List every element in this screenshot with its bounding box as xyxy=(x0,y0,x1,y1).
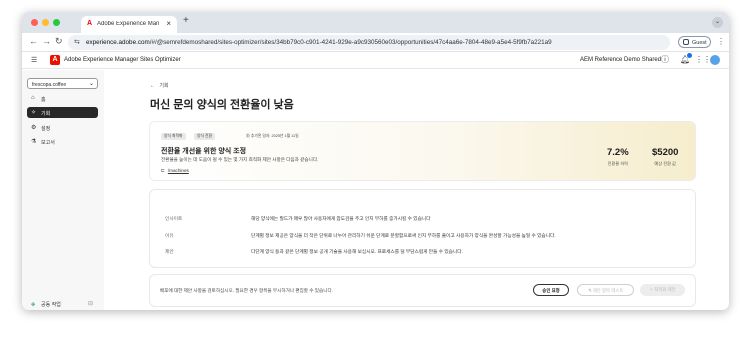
sidebar-item-label: 기회 xyxy=(41,111,51,117)
browser-menu-icon[interactable]: ⋮ xyxy=(717,37,725,46)
test-suggestion-button[interactable]: ⚗ 제안 항목 테스트 xyxy=(577,284,634,296)
test-suggestion-label: 제안 항목 테스트 xyxy=(592,288,624,293)
screen: A Adobe Experience Manager S × + ⌄ ← → ↻… xyxy=(0,0,750,339)
metric-label: 예상 전환 값 xyxy=(654,161,676,166)
back-label: 기회 xyxy=(159,83,169,89)
site-select[interactable]: frescopa.coffee ⌄ xyxy=(27,78,98,89)
opportunity-summary-card: 양식 최적화 양식 전환 ▦ 추가된 일자: 2025년 1월 11일 전환율 … xyxy=(150,122,695,180)
sidebar-item-settings[interactable]: ⚙ 설정 xyxy=(27,122,98,133)
chevron-down-icon: ⌄ xyxy=(714,19,721,25)
hamburger-menu-icon[interactable]: ☰ xyxy=(31,56,37,64)
back-arrow-icon[interactable]: ← xyxy=(29,36,38,46)
action-card: 배포에 대한 제안 사항을 검토하십시오. 필요한 경우 항목을 무시하거나 편… xyxy=(150,275,695,306)
address-bar[interactable]: ⇆ experience.adobe.com/#/@semrefdemoshar… xyxy=(68,35,670,50)
collaboration-icon: ✤ xyxy=(31,302,36,308)
settings-icon: ⚙ xyxy=(31,125,37,131)
detail-value: 다단계 양식 등과 같은 단계별 정보 공개 기술을 사용해 보십시오. 프로세… xyxy=(251,249,463,254)
sidebar-item-label: 홈 xyxy=(41,97,46,103)
optimize-suggestion-label: 최적화 제안 xyxy=(654,287,676,292)
window-maximize-button[interactable] xyxy=(53,19,60,26)
request-approval-button[interactable]: 승인 요청 xyxy=(533,284,569,296)
detail-label: 이유 xyxy=(165,233,174,238)
page-link-text: /machines xyxy=(167,168,189,173)
back-link[interactable]: ← 기회 xyxy=(150,82,169,89)
sidebar-item-label: 보고서 xyxy=(41,140,55,146)
sidebar: frescopa.coffee ⌄ ⌂ 홈 ✧ 기회 ⚙ 설정 ⚗ 보고서 ✤ 공… xyxy=(22,70,104,310)
browser-tab[interactable]: A Adobe Experience Manager S × xyxy=(81,16,177,33)
sidebar-item-opportunities[interactable]: ✧ 기회 xyxy=(27,107,98,118)
app-header: ☰ A Adobe Experience Manager Sites Optim… xyxy=(22,52,729,69)
tab-close-icon[interactable]: × xyxy=(166,19,171,28)
metric-conversion-drop: 7.2% 전환율 하락 xyxy=(607,147,629,167)
adobe-logo-icon: A xyxy=(50,55,60,65)
detail-label: 인사이트 xyxy=(165,216,183,221)
detail-value: 해당 양식에는 필드가 매우 많아 사용자에게 압도감을 주고 인지 부하를 증… xyxy=(251,216,431,221)
tag-badge: 양식 최적화 xyxy=(161,133,186,140)
review-instructions: 배포에 대한 제안 사항을 검토하십시오. 필요한 경우 항목을 무시하거나 편… xyxy=(160,288,333,293)
adobe-favicon-icon: A xyxy=(87,20,93,27)
profile-icon xyxy=(683,39,689,45)
page-link[interactable]: ⊏/machines xyxy=(161,168,189,174)
forward-arrow-icon[interactable]: → xyxy=(42,36,51,46)
url-domain: experience.adobe.com xyxy=(86,39,150,46)
avatar[interactable] xyxy=(710,55,720,65)
sidebar-item-label: 설정 xyxy=(41,126,51,132)
detail-label: 제안 xyxy=(165,249,174,254)
tag-badge: 양식 전환 xyxy=(194,133,216,140)
tab-search-button[interactable]: ⌄ xyxy=(712,17,723,28)
new-tab-button[interactable]: + xyxy=(183,15,189,26)
detail-value: 단계별 정보 제공은 양식을 더 작은 단위로 나누어 관리하기 쉬운 단계로 … xyxy=(251,233,556,238)
window-close-button[interactable] xyxy=(31,19,38,26)
added-date-text: 추가된 일자: 2025년 1월 11일 xyxy=(250,134,299,138)
site-select-value: frescopa.coffee xyxy=(32,81,67,88)
org-name[interactable]: AEM Reference Demo Shared xyxy=(580,57,661,63)
opportunity-title: 전환율 개선을 위한 양식 조정 xyxy=(161,148,247,155)
metric-label: 전환율 하락 xyxy=(607,161,629,166)
browser-window: A Adobe Experience Manager S × + ⌄ ← → ↻… xyxy=(22,12,729,310)
home-icon: ⌂ xyxy=(31,95,35,101)
guest-profile-button[interactable]: Guest xyxy=(678,36,711,48)
chevron-down-icon: ⌄ xyxy=(88,81,94,87)
reload-icon[interactable]: ↻ xyxy=(55,36,63,47)
metric-value: $5200 xyxy=(652,147,679,158)
collaboration-button[interactable]: ✤ 공동 작업 xyxy=(31,301,61,308)
browser-toolbar: ← → ↻ ⇆ experience.adobe.com/#/@semrefde… xyxy=(22,33,729,52)
apps-grid-icon[interactable]: ⋮⋮ xyxy=(695,55,711,65)
url-text: experience.adobe.com/#/@semrefdemoshared… xyxy=(86,39,552,46)
tab-title: Adobe Experience Manager S xyxy=(97,21,159,27)
url-path: /#/@semrefdemoshared/sites-optimizer/sit… xyxy=(149,39,552,46)
help-icon[interactable]: ⓘ xyxy=(660,55,670,65)
notification-badge xyxy=(687,53,692,58)
added-date: ▦ 추가된 일자: 2025년 1월 11일 xyxy=(246,133,299,140)
optimize-suggestion-button[interactable]: ✧ 최적화 제안 xyxy=(640,284,685,296)
window-minimize-button[interactable] xyxy=(42,19,49,26)
link-icon: ⊏ xyxy=(161,168,165,173)
collaboration-label: 공동 작업 xyxy=(41,302,61,308)
app-title: Adobe Experience Manager Sites Optimizer xyxy=(64,57,181,63)
opportunity-description: 전환율을 높이는 데 도움이 될 수 있는 몇 가지 최적화 제안 사항은 다음… xyxy=(161,157,319,162)
collapse-sidebar-icon[interactable]: ⊟ xyxy=(88,300,93,307)
reports-icon: ⚗ xyxy=(31,139,37,145)
back-arrow-icon: ← xyxy=(150,83,155,89)
site-info-icon[interactable]: ⇆ xyxy=(74,38,80,46)
opportunities-icon: ✧ xyxy=(31,110,37,116)
sidebar-item-reports[interactable]: ⚗ 보고서 xyxy=(27,136,98,147)
metric-value: 7.2% xyxy=(607,147,629,158)
details-card: 인사이트 해당 양식에는 필드가 매우 많아 사용자에게 압도감을 주고 인지 … xyxy=(150,190,695,267)
page-title: 머신 문의 양식의 전환율이 낮음 xyxy=(150,99,294,111)
browser-tab-bar: A Adobe Experience Manager S × + ⌄ xyxy=(22,12,729,33)
metric-expected-value: $5200 예상 전환 값 xyxy=(652,147,678,167)
sidebar-item-home[interactable]: ⌂ 홈 xyxy=(27,93,98,104)
guest-label: Guest xyxy=(692,39,707,46)
